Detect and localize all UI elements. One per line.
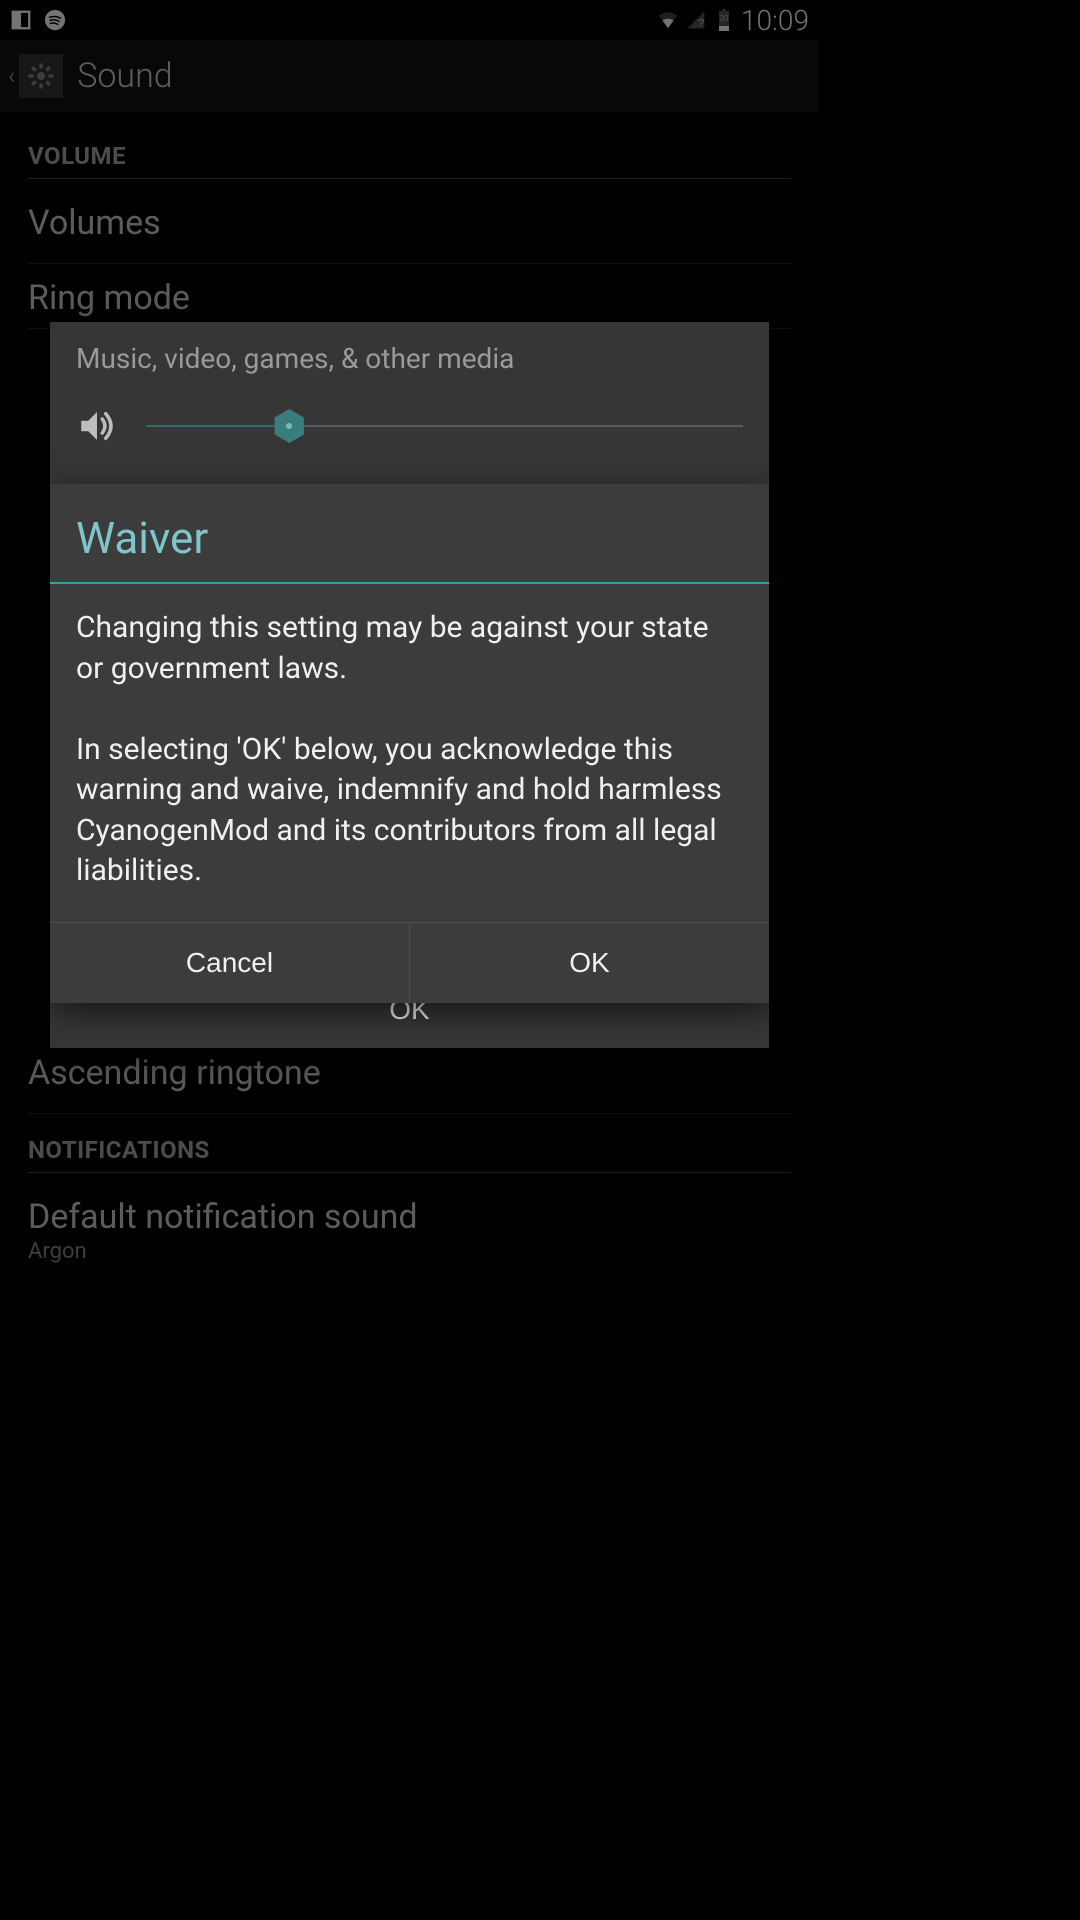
settings-icon [19,54,63,98]
speaker-icon [76,405,118,447]
section-header-notifications: NOTIFICATIONS [28,1114,791,1173]
list-item-volumes[interactable]: Volumes [28,179,791,264]
page-title: Sound [77,56,172,96]
status-bar: ? 20 10:09 [0,0,819,40]
battery-icon: 20 [713,9,735,31]
svg-text:20: 20 [720,14,729,23]
list-item-ring-mode[interactable]: Ring mode [28,264,791,329]
wifi-icon [657,9,679,31]
slider-thumb[interactable] [272,409,306,443]
clock: 10:09 [741,4,809,37]
volume-category-label: Music, video, games, & other media [76,342,743,375]
ok-button[interactable]: OK [410,923,769,1003]
media-volume-slider[interactable] [146,406,743,446]
slider-fill [146,425,289,427]
spotify-icon [44,9,66,31]
waiver-title: Waiver [50,484,769,582]
back-chevron-icon[interactable]: ‹ [8,62,15,90]
signal-unknown-icon: ? [685,9,707,31]
section-header-volume: VOLUME [28,120,791,179]
svg-text:?: ? [698,18,704,29]
waiver-body: Changing this setting may be against you… [50,584,769,922]
list-item-default-notification[interactable]: Default notification sound Argon [28,1173,791,1284]
waiver-dialog: Waiver Changing this setting may be agai… [50,484,769,1003]
cancel-button[interactable]: Cancel [50,923,410,1003]
action-bar[interactable]: ‹ Sound [0,40,819,112]
recent-apps-icon [10,9,32,31]
